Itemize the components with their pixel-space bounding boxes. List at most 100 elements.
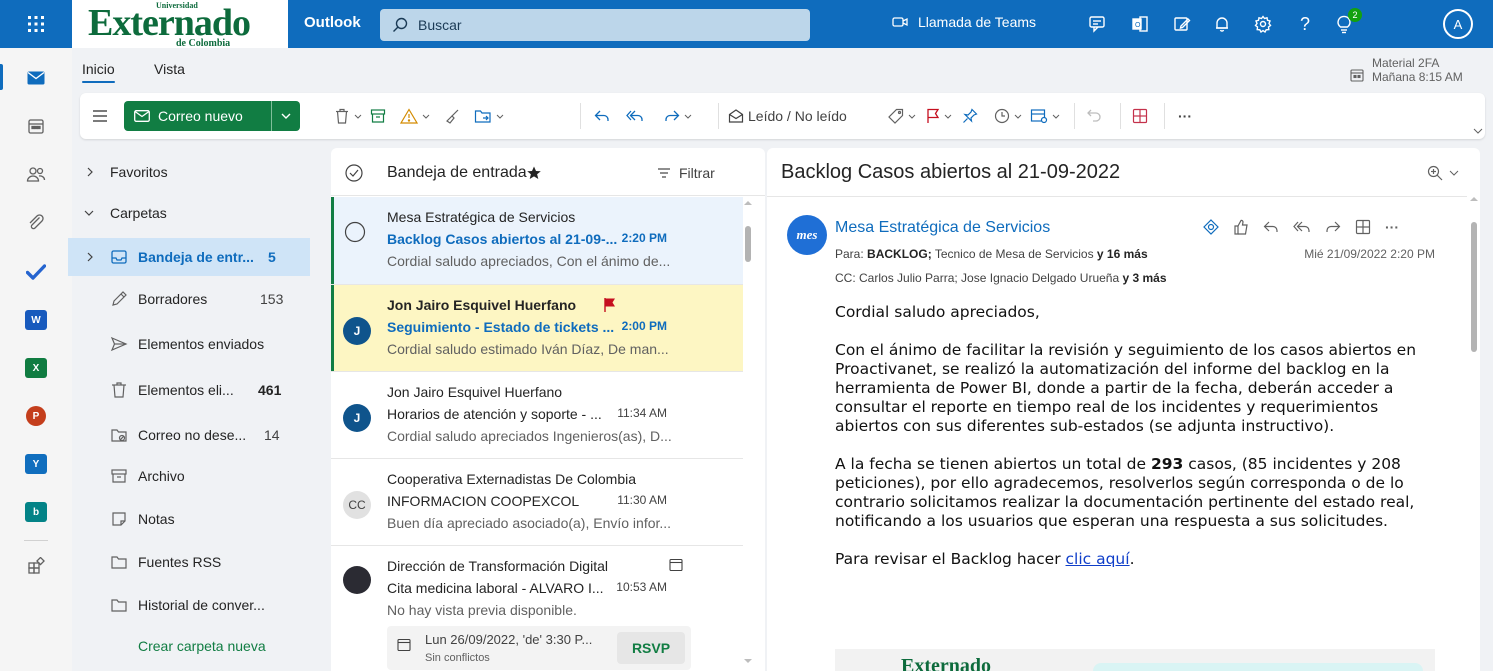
reply-all-icon[interactable]: [626, 104, 644, 128]
folder-archive[interactable]: Archivo: [72, 457, 312, 495]
folder-drafts[interactable]: Borradores 153: [72, 280, 312, 318]
backlog-link[interactable]: clic aquí: [1066, 550, 1130, 568]
copilot-icon[interactable]: [1203, 219, 1219, 235]
like-icon[interactable]: [1233, 219, 1249, 235]
folder-deleted[interactable]: Elementos eli... 461: [72, 371, 312, 409]
apps-addin-icon[interactable]: [1132, 104, 1148, 128]
list-item[interactable]: Dirección de Transformación Digital Cita…: [331, 546, 743, 671]
powerpoint-icon[interactable]: P: [24, 404, 48, 428]
cc-recipients[interactable]: Carlos Julio Parra; Jose Ignacio Delgado…: [859, 271, 1119, 285]
folder-sent[interactable]: Elementos enviados: [72, 325, 312, 363]
flag-icon[interactable]: [926, 104, 952, 128]
more-options-button[interactable]: ···: [1178, 104, 1192, 128]
account-avatar[interactable]: A: [1443, 9, 1473, 39]
pin-icon[interactable]: [962, 104, 978, 128]
bookings-icon[interactable]: b: [24, 500, 48, 524]
zoom-button[interactable]: [1427, 165, 1459, 181]
to-recipient[interactable]: Tecnico de Mesa de Servicios: [935, 247, 1094, 261]
read-unread-button[interactable]: Leído / No leído: [728, 104, 847, 128]
undo-icon[interactable]: [1086, 104, 1102, 128]
folder-junk[interactable]: Correo no dese... 14: [72, 416, 312, 454]
tab-view[interactable]: Vista: [154, 61, 185, 77]
message-preview: Cordial saludo apreciados Ingenieros(as)…: [387, 428, 672, 444]
forward-icon[interactable]: [664, 104, 692, 128]
list-item[interactable]: CC Cooperativa Externadistas De Colombia…: [331, 459, 743, 546]
select-all-circle-icon[interactable]: [345, 164, 363, 182]
email-cc-line: CC: Carlos Julio Parra; Jose Ignacio Del…: [835, 271, 1167, 285]
meeting-invite-card[interactable]: Lun 26/09/2022, 'de' 3:30 P... Sin confl…: [387, 626, 691, 670]
todo-icon[interactable]: [24, 260, 48, 284]
calendar-icon[interactable]: [24, 114, 48, 138]
app-launcher-icon[interactable]: [0, 0, 72, 48]
apps-icon[interactable]: [1355, 219, 1371, 235]
gear-icon[interactable]: [1251, 12, 1275, 36]
rules-icon[interactable]: [1030, 104, 1060, 128]
folder-inbox[interactable]: Bandeja de entr... 5: [68, 238, 310, 276]
archive-box-icon: [111, 469, 127, 483]
to-recipient-main[interactable]: BACKLOG;: [867, 247, 932, 261]
folder-notes[interactable]: Notas: [72, 500, 312, 538]
more-apps-icon[interactable]: [24, 554, 48, 578]
word-icon[interactable]: W: [24, 308, 48, 332]
envelope-icon: [134, 110, 150, 122]
hamburger-menu-icon[interactable]: [92, 104, 108, 128]
tab-home[interactable]: Inicio: [82, 61, 115, 83]
reading-pane-scrollbar[interactable]: [1470, 197, 1478, 362]
message-list-scrollbar[interactable]: [744, 200, 752, 663]
favorite-star-icon[interactable]: [527, 166, 541, 180]
forward-icon[interactable]: [1325, 220, 1341, 234]
mail-icon[interactable]: [24, 66, 48, 90]
email-sender[interactable]: Mesa Estratégica de Servicios: [835, 219, 1050, 237]
organization-logo[interactable]: Universidad Externado de Colombia: [72, 0, 288, 49]
rsvp-button[interactable]: RSVP: [617, 632, 685, 664]
bell-icon[interactable]: [1210, 12, 1234, 36]
message-subject: Seguimiento - Estado de tickets ...: [387, 319, 615, 335]
teams-call-button[interactable]: Llamada de Teams: [892, 14, 1036, 30]
list-item[interactable]: J Jon Jairo Esquivel Huerfano Horarios d…: [331, 372, 743, 459]
snooze-clock-icon[interactable]: [994, 104, 1022, 128]
yammer-icon[interactable]: Y: [24, 452, 48, 476]
folder-conversation-history[interactable]: Historial de conver...: [72, 586, 312, 624]
help-icon[interactable]: ?: [1293, 12, 1317, 36]
cc-more[interactable]: y 3 más: [1123, 271, 1167, 285]
reminder[interactable]: Material 2FA Mañana 8:15 AM: [1350, 56, 1463, 84]
app-name[interactable]: Outlook: [304, 14, 361, 31]
delete-icon[interactable]: [334, 104, 362, 128]
select-circle-icon[interactable]: [344, 221, 366, 243]
filter-icon: [658, 168, 670, 178]
tag-icon[interactable]: [888, 104, 916, 128]
filter-button[interactable]: Filtrar: [657, 165, 715, 181]
folders-section[interactable]: Carpetas: [72, 194, 312, 232]
compose-note-icon[interactable]: [1170, 12, 1194, 36]
new-mail-dropdown-icon[interactable]: [272, 113, 300, 119]
search-box[interactable]: Buscar: [380, 9, 810, 41]
rail-active-indicator: [0, 64, 3, 90]
paperclip-icon[interactable]: [24, 210, 48, 234]
message-sender: Jon Jairo Esquivel Huerfano: [387, 384, 563, 400]
chevron-down-icon: [84, 210, 94, 216]
flag-icon[interactable]: [603, 297, 617, 313]
report-icon[interactable]: [400, 104, 430, 128]
more-actions-icon[interactable]: ···: [1385, 219, 1399, 235]
excel-icon[interactable]: X: [24, 356, 48, 380]
to-more[interactable]: y 16 más: [1097, 247, 1148, 261]
create-folder-link[interactable]: Crear carpeta nueva: [72, 627, 312, 665]
email-paragraph: Para revisar el Backlog hacer clic aquí.: [835, 550, 1135, 568]
new-mail-button[interactable]: Correo nuevo: [124, 101, 300, 131]
reply-all-icon[interactable]: [1293, 220, 1311, 234]
reply-icon[interactable]: [1263, 220, 1279, 234]
people-icon[interactable]: [24, 162, 48, 186]
avatar: J: [343, 317, 371, 345]
sweep-icon[interactable]: [444, 104, 460, 128]
list-item[interactable]: Mesa Estratégica de Servicios Backlog Ca…: [331, 197, 743, 285]
create-folder-label: Crear carpeta nueva: [138, 638, 266, 654]
office-icon[interactable]: O: [1128, 12, 1152, 36]
favorites-section[interactable]: Favoritos: [72, 153, 312, 191]
move-to-folder-icon[interactable]: [474, 104, 504, 128]
folder-rss[interactable]: Fuentes RSS: [72, 543, 312, 581]
list-item[interactable]: J Jon Jairo Esquivel Huerfano Seguimient…: [331, 285, 743, 372]
reply-icon[interactable]: [594, 104, 610, 128]
ribbon-collapse-chevron-icon[interactable]: [1473, 128, 1483, 134]
archive-icon[interactable]: [370, 104, 386, 128]
chat-icon[interactable]: [1085, 12, 1109, 36]
